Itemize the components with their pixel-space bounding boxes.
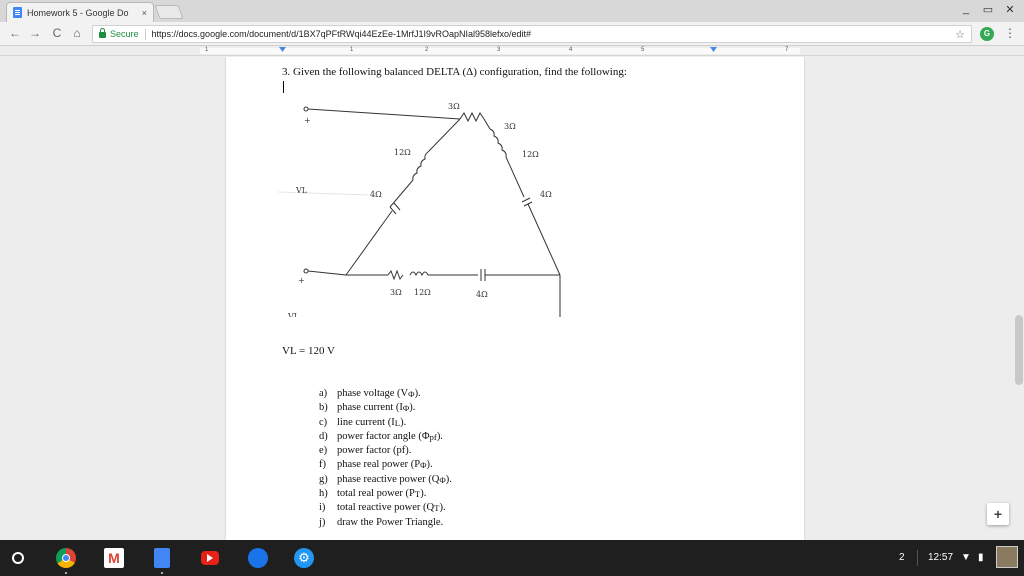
vertical-scrollbar[interactable] xyxy=(1015,315,1023,385)
terminal-top xyxy=(303,106,309,112)
list-item: d) power factor angle (Φ pf). xyxy=(319,430,443,442)
tab-close-icon[interactable]: × xyxy=(142,8,147,18)
list-item: b) phase current (I Φ). xyxy=(319,402,416,414)
lock-icon xyxy=(99,28,106,38)
list-item: g) phase reactive power (Q Φ). xyxy=(319,473,452,485)
new-tab-button[interactable] xyxy=(154,5,184,19)
ruler-tick: 1 xyxy=(205,47,209,53)
inductor-left xyxy=(412,151,429,181)
ruler-tick: 1 xyxy=(350,47,354,53)
browser-toolbar: ← → C ⌂ Secure https://docs.google.com/d… xyxy=(0,22,1024,46)
resistor-bottom xyxy=(387,269,404,281)
tab-title: Homework 5 - Google Do xyxy=(27,7,129,18)
label-r-left: 3Ω xyxy=(448,102,460,111)
scan-artifact xyxy=(278,191,369,196)
delta-right-mid xyxy=(505,156,525,198)
line-voltage-text: VL = 120 V xyxy=(282,345,335,357)
forward-button[interactable]: → xyxy=(28,26,42,40)
list-item: a) phase voltage (V Φ). xyxy=(319,388,421,399)
browser-menu-icon[interactable]: ⋮ xyxy=(1004,26,1016,40)
battery-icon[interactable]: ▮ xyxy=(978,540,984,576)
settings-app-icon[interactable]: ⚙ xyxy=(294,548,314,568)
text-cursor xyxy=(283,81,284,93)
delta-right-upper xyxy=(483,118,491,130)
cap-right-a xyxy=(521,197,531,203)
list-item: h) total real power (P T). xyxy=(319,488,427,500)
youtube-app-icon[interactable] xyxy=(201,551,219,565)
running-indicator xyxy=(161,572,163,574)
clock[interactable]: 12:57 xyxy=(928,540,953,576)
label-c-right: 4Ω xyxy=(540,190,552,199)
document-workspace: 3. Given the following balanced DELTA (Δ… xyxy=(0,57,1024,540)
inductor-bottom xyxy=(409,271,429,277)
label-vl-bottom: VL xyxy=(287,312,300,317)
ruler-tick: 4 xyxy=(569,47,573,53)
extension-icon[interactable]: G xyxy=(980,27,994,41)
line-top xyxy=(307,108,461,120)
question-text: 3. Given the following balanced DELTA (Δ… xyxy=(282,66,627,78)
label-plus-bottom: + xyxy=(298,276,305,285)
restore-button[interactable]: ▭ xyxy=(980,3,996,16)
chrome-app-icon[interactable] xyxy=(56,548,76,574)
tab-strip: Homework 5 - Google Do × _ ▭ ✕ xyxy=(0,0,1024,22)
list-item: j) draw the Power Triangle. xyxy=(319,516,444,528)
os-shelf: M ⚙ 2 12:57 ▼ ▮ xyxy=(0,540,1024,576)
back-button[interactable]: ← xyxy=(8,26,22,40)
ruler-tick: 3 xyxy=(497,47,501,53)
delta-left-upper xyxy=(427,118,461,153)
question-parts-list: a) phase voltage (V Φ). b) phase current (I… xyxy=(319,387,452,530)
ruler-tick: 5 xyxy=(641,47,645,53)
close-window-button[interactable]: ✕ xyxy=(1002,3,1018,16)
status-divider xyxy=(917,550,918,566)
label-plus-top: + xyxy=(304,116,311,125)
delta-left-lower xyxy=(345,210,393,276)
address-bar[interactable]: Secure https://docs.google.com/document/… xyxy=(92,25,972,43)
wifi-icon[interactable]: ▼ xyxy=(961,540,971,576)
tab-homework-5[interactable]: Homework 5 - Google Do × xyxy=(6,2,154,22)
docs-app-icon[interactable] xyxy=(154,548,170,574)
cap-left-b xyxy=(393,202,401,211)
label-l-bottom: 12Ω xyxy=(414,288,431,297)
files-app-icon[interactable] xyxy=(248,548,268,568)
notification-count[interactable]: 2 xyxy=(899,540,905,576)
reload-button[interactable]: C xyxy=(50,26,64,40)
list-item: c) line current (I L). xyxy=(319,416,407,428)
ruler-tick: 2 xyxy=(425,47,429,53)
user-avatar[interactable] xyxy=(996,546,1018,568)
running-indicator xyxy=(65,572,67,574)
label-c-bottom: 4Ω xyxy=(476,290,488,299)
ruler-tick: 7 xyxy=(785,47,789,53)
list-item: e) power factor (pf). xyxy=(319,445,412,457)
label-r-right: 3Ω xyxy=(504,122,516,131)
list-item: i) total reactive power (Q T). xyxy=(319,502,446,514)
secure-label: Secure xyxy=(110,29,139,39)
delta-left-mid xyxy=(389,179,414,208)
label-l-right: 12Ω xyxy=(522,150,539,159)
label-l-left: 12Ω xyxy=(394,148,411,157)
delta-circuit-diagram: + VL + VL - 3Ω 3Ω 12Ω 12Ω 4Ω 4Ω 3Ω 12Ω 4… xyxy=(278,102,561,317)
list-item: f) phase real power (P Φ). xyxy=(319,459,433,471)
document-ruler: 1 1 2 3 4 5 7 xyxy=(0,46,1024,56)
google-docs-icon xyxy=(13,7,22,18)
minimize-button[interactable]: _ xyxy=(958,3,974,15)
document-page[interactable]: 3. Given the following balanced DELTA (Δ… xyxy=(226,57,804,540)
label-r-bottom: 3Ω xyxy=(390,288,402,297)
gmail-app-icon[interactable]: M xyxy=(104,548,124,568)
add-comment-button[interactable]: + xyxy=(987,503,1009,525)
label-vl-top: VL xyxy=(295,186,308,195)
terminal-middle xyxy=(303,268,309,274)
label-c-left: 4Ω xyxy=(370,190,382,199)
inductor-right xyxy=(489,128,507,158)
launcher-icon[interactable] xyxy=(12,552,24,564)
url-text[interactable]: https://docs.google.com/document/d/1BX7q… xyxy=(152,29,532,39)
home-button[interactable]: ⌂ xyxy=(70,26,84,40)
line-middle xyxy=(307,270,347,276)
resistor-top xyxy=(459,111,485,123)
omnibox-divider xyxy=(144,28,146,40)
bookmark-star-icon[interactable]: ☆ xyxy=(955,28,965,41)
delta-right-lower xyxy=(527,203,561,276)
